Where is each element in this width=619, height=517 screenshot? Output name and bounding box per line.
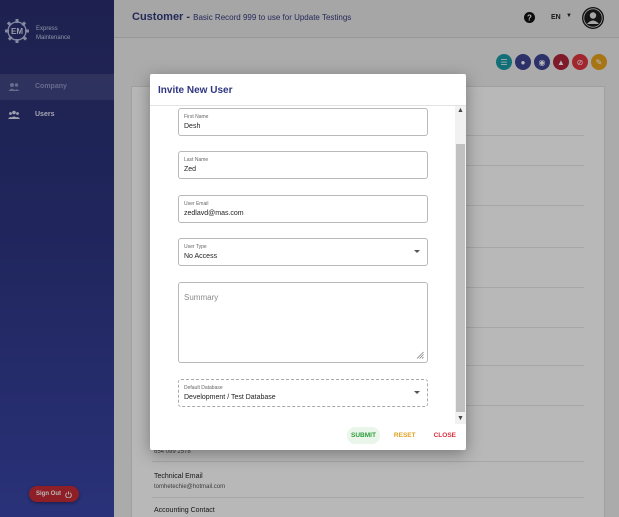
chevron-down-icon[interactable] bbox=[414, 250, 420, 253]
user-type-select[interactable]: User Type No Access bbox=[178, 238, 428, 266]
user-email-value[interactable]: zedlavd@mas.com bbox=[184, 210, 244, 217]
dialog-title: Invite New User bbox=[158, 85, 233, 96]
summary-textarea[interactable]: Summary bbox=[178, 282, 428, 363]
dialog-actions: SUBMIT RESET CLOSE bbox=[347, 427, 460, 444]
resize-handle-icon[interactable] bbox=[416, 351, 424, 359]
last-name-label: Last Name bbox=[184, 157, 209, 163]
invite-user-dialog: Invite New User First Name Desh Last Nam… bbox=[150, 74, 466, 450]
scroll-down-icon[interactable]: ▼ bbox=[455, 414, 466, 424]
first-name-field[interactable]: First Name Desh bbox=[178, 108, 428, 136]
user-type-label: User Type bbox=[184, 244, 207, 250]
chevron-down-icon[interactable] bbox=[414, 391, 420, 394]
user-email-field[interactable]: User Email zedlavd@mas.com bbox=[178, 195, 428, 223]
default-database-label: Default Database bbox=[184, 385, 223, 391]
reset-button[interactable]: RESET bbox=[390, 427, 420, 444]
default-database-select[interactable]: Default Database Development / Test Data… bbox=[178, 379, 428, 407]
first-name-label: First Name bbox=[184, 114, 209, 120]
scroll-up-icon[interactable]: ▲ bbox=[455, 106, 466, 116]
last-name-value[interactable]: Zed bbox=[184, 166, 196, 173]
submit-button[interactable]: SUBMIT bbox=[347, 427, 380, 444]
scrollbar-thumb[interactable] bbox=[456, 144, 465, 412]
user-email-label: User Email bbox=[184, 201, 209, 207]
dialog-body: First Name Desh Last Name Zed User Email… bbox=[150, 106, 466, 424]
close-button[interactable]: CLOSE bbox=[430, 427, 460, 444]
first-name-value[interactable]: Desh bbox=[184, 123, 200, 130]
user-type-value[interactable]: No Access bbox=[184, 253, 217, 260]
default-database-value[interactable]: Development / Test Database bbox=[184, 394, 276, 401]
dialog-scrollbar[interactable]: ▲ ▼ bbox=[455, 106, 466, 424]
summary-placeholder: Summary bbox=[184, 293, 219, 302]
last-name-field[interactable]: Last Name Zed bbox=[178, 151, 428, 179]
